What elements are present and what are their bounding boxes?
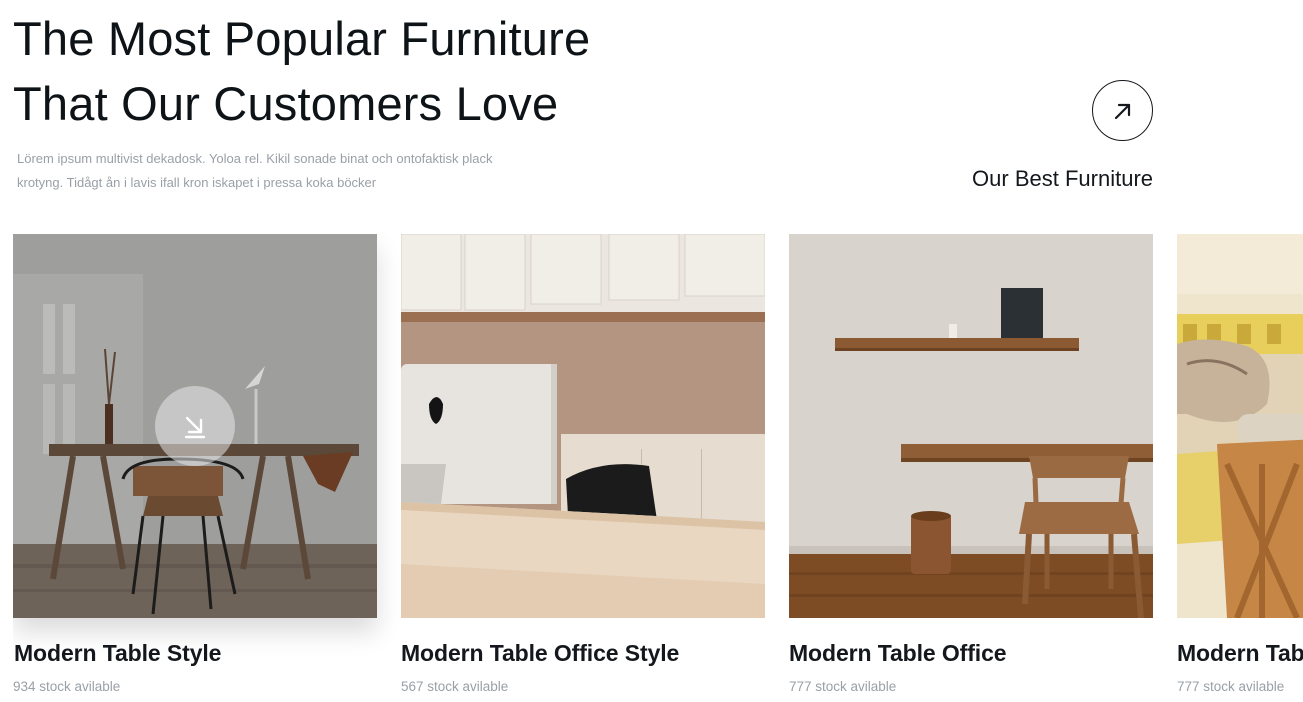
product-image-office-desk[interactable] [401,234,765,618]
product-title[interactable]: Modern Table Office Style [401,640,765,667]
product-card[interactable]: Modern Table Office Style 567 stock avil… [401,234,765,694]
open-product-button[interactable] [155,386,235,466]
product-stock: 934 stock avilable [13,679,121,694]
product-title[interactable]: Modern Table Office [1177,640,1303,667]
description-line-2: krotyng. Tidågt ån i lavis ifall kron is… [17,175,377,190]
section-heading: The Most Popular Furniture That Our Cust… [13,6,653,136]
product-card[interactable]: Modern Table Office 777 stock avilable [1177,234,1303,694]
product-stock: 777 stock avilable [1177,679,1285,694]
product-title[interactable]: Modern Table Office [789,640,1153,667]
best-furniture-arrow-button[interactable] [1092,80,1153,141]
product-stock: 777 stock avilable [789,679,897,694]
product-image-wall-desk[interactable] [789,234,1153,618]
product-card[interactable]: Modern Table Office 777 stock avilable [789,234,1153,694]
heading-line-2: That Our Customers Love [13,77,559,130]
our-best-furniture-link[interactable]: Our Best Furniture [972,166,1153,192]
product-card[interactable]: Modern Table Style 934 stock avilable [13,234,377,694]
heading-line-1: The Most Popular Furniture [13,12,591,65]
arrow-up-right-icon [1114,103,1130,119]
product-title[interactable]: Modern Table Style [14,640,377,667]
arrow-down-right-icon [184,416,206,439]
product-image-living-room[interactable] [1177,234,1303,618]
product-stock: 567 stock avilable [401,679,509,694]
product-image-desk-room[interactable] [13,234,377,618]
product-carousel: Modern Table Style 934 stock avilable Mo… [13,234,1303,702]
section-description: Lörem ipsum multivist dekadosk. Yoloa re… [17,147,537,195]
description-line-1: Lörem ipsum multivist dekadosk. Yoloa re… [17,151,493,166]
